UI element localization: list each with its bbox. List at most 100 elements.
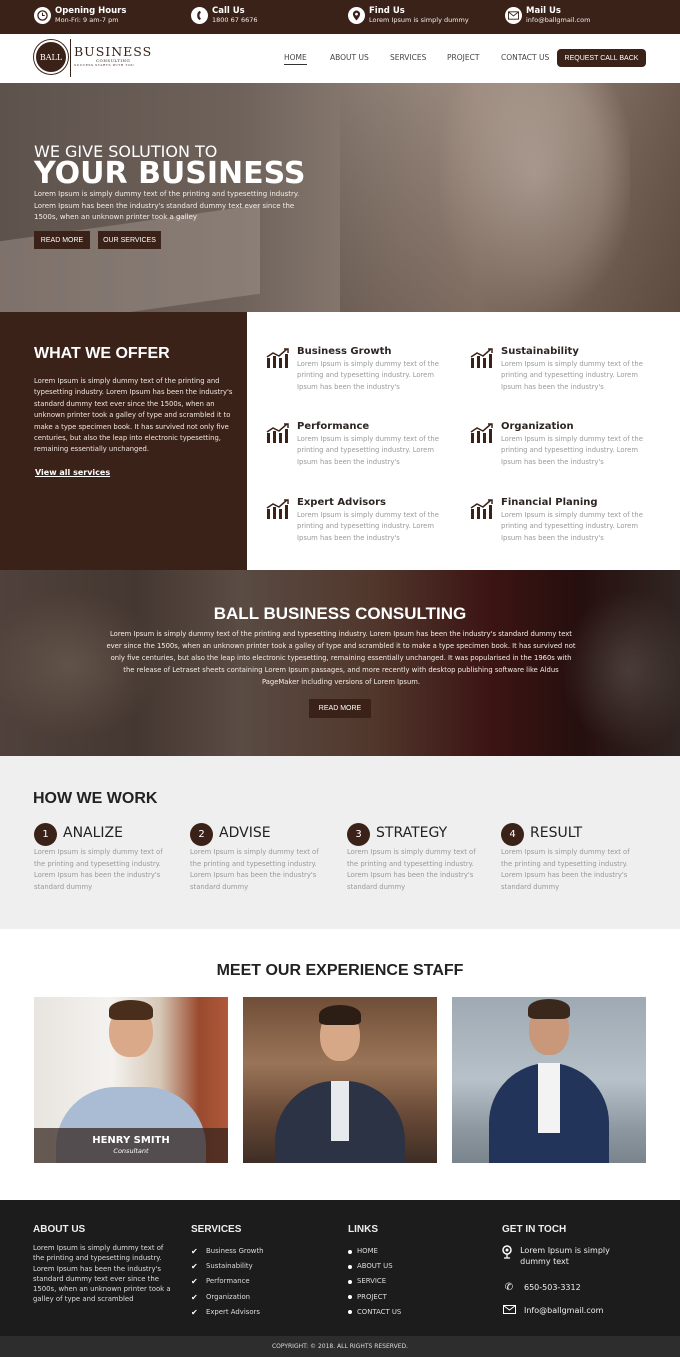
view-all-services-link[interactable]: View all services [35,468,110,477]
growth-chart-icon [470,423,494,447]
call-us: Call Us 1800 67 6676 [191,6,258,25]
service-title: Expert Advisors [297,497,386,508]
step-title: RESULT [530,825,583,841]
check-icon: ✔ [191,1277,198,1287]
footer-services-list: ✔ Business Growth ✔ Sustainability ✔ Perfor… [191,1244,264,1320]
footer-link-project[interactable]: PROJECT [348,1290,401,1305]
footer-address: Lorem Ipsum is simply dummy text [502,1245,622,1267]
footer-about-text: Lorem Ipsum is simply dummy text of the … [33,1244,171,1304]
service-text: Lorem Ipsum is simply dummy text of the … [501,435,643,466]
footer-contact-title: GET IN TOCH [502,1224,567,1235]
logo-circle: BALL [34,40,68,74]
footer-service-item[interactable]: ✔ Business Growth [191,1244,264,1259]
service-text: Lorem Ipsum is simply dummy text of the … [297,511,439,542]
nav-project[interactable]: PROJECT [447,53,479,62]
read-more-button[interactable]: READ MORE [34,231,90,249]
band-title: BALL BUSINESS CONSULTING [213,604,467,623]
step-text: Lorem Ipsum is simply dummy text of the … [34,848,163,891]
nav-home[interactable]: HOME [284,53,307,65]
location-pin-icon [502,1245,512,1262]
mail-us: Mail Us info@ballgmail.com [505,6,590,25]
logo-divider [70,39,71,77]
step-number: 1 [34,823,57,846]
footer-services-title: SERVICES [191,1224,242,1235]
hero-bg-shade [340,83,680,312]
staff-caption: HENRY SMITH Consultant [34,1128,228,1163]
service-text: Lorem Ipsum is simply dummy text of the … [297,360,439,391]
check-icon: ✔ [191,1307,198,1317]
nav-contact-us[interactable]: CONTACT US [501,53,549,62]
footer-about-title: ABOUT US [33,1224,86,1235]
find-us: Find Us Lorem Ipsum is simply dummy [348,6,469,25]
step-title: ANALIZE [63,825,123,841]
staff-card[interactable]: HENRY SMITH Consultant [34,997,228,1163]
step-text: Lorem Ipsum is simply dummy text of the … [190,848,319,891]
staff-role: Consultant [113,1147,149,1155]
step-text: Lorem Ipsum is simply dummy text of the … [347,848,476,891]
band-text: Lorem Ipsum is simply dummy text of the … [106,630,576,686]
phone-icon: ✆ [504,1282,514,1293]
staff-name: HENRY SMITH [92,1135,170,1146]
bullet-icon [348,1280,352,1284]
hero-text: Lorem Ipsum is simply dummy text of the … [34,190,300,221]
service-title: Business Growth [297,346,392,357]
nav-services[interactable]: SERVICES [390,53,426,62]
step-number: 3 [347,823,370,846]
step-number: 4 [501,823,524,846]
service-text: Lorem Ipsum is simply dummy text of the … [297,435,439,466]
map-pin-icon [348,7,365,24]
step-number: 2 [190,823,213,846]
service-title: Performance [297,421,370,432]
growth-chart-icon [470,348,494,372]
about-band: BALL BUSINESS CONSULTING Lorem Ipsum is … [0,570,680,756]
footer: ABOUT US Lorem Ipsum is simply dummy tex… [0,1200,680,1336]
staff-title: MEET OUR EXPERIENCE STAFF [216,962,464,979]
logo-tagline: SUCCESS STARTS WITH YOU [74,63,135,67]
band-read-more-button[interactable]: READ MORE [309,699,371,718]
our-services-button[interactable]: OUR SERVICES [98,231,161,249]
growth-chart-icon [266,499,290,523]
footer-service-item[interactable]: ✔ Sustainability [191,1259,264,1274]
footer-email[interactable]: Info@ballgmail.com [502,1305,603,1317]
service-text: Lorem Ipsum is simply dummy text of the … [501,360,643,391]
staff-card[interactable] [452,997,646,1163]
copyright: COPYRIGHT: © 2018. ALL RIGHTS RESERVED. [0,1336,680,1357]
mail-icon [502,1305,516,1317]
hero-banner: WE GIVE SOLUTION TO YOUR BUSINESS Lorem … [0,83,680,312]
how-title: HOW WE WORK [33,790,158,807]
clock-icon [34,7,51,24]
logo-main-text: BUSINESS [74,44,153,59]
footer-service-item[interactable]: ✔ Expert Advisors [191,1305,264,1320]
service-title: Sustainability [501,346,579,357]
request-call-back-button[interactable]: REQUEST CALL BACK [557,49,646,67]
footer-links-list: HOME ABOUT US SERVICE PROJECT CONTACT US [348,1244,401,1320]
step-text: Lorem Ipsum is simply dummy text of the … [501,848,630,891]
footer-link-contact-us[interactable]: CONTACT US [348,1305,401,1320]
phone-icon [191,7,208,24]
services-grid: Business Growth Lorem Ipsum is simply du… [247,312,680,570]
site-header: BALL BUSINESS CONSULTING SUCCESS STARTS … [0,34,680,83]
hero-title: YOUR BUSINESS [34,156,306,191]
check-icon: ✔ [191,1262,198,1272]
footer-service-item[interactable]: ✔ Organization [191,1290,264,1305]
service-title: Organization [501,421,574,432]
footer-link-service[interactable]: SERVICE [348,1274,401,1289]
nav-about-us[interactable]: ABOUT US [330,53,369,62]
check-icon: ✔ [191,1247,198,1256]
step-title: ADVISE [219,825,271,841]
top-info-bar: Opening Hours Mon-Fri: 9 am-7 pm Call Us 1… [0,0,680,34]
staff-card[interactable] [243,997,437,1163]
growth-chart-icon [470,499,494,523]
service-title: Financial Planing [501,497,598,508]
service-text: Lorem Ipsum is simply dummy text of the … [501,511,643,542]
footer-phone[interactable]: ✆ 650-503-3312 [502,1282,581,1293]
offer-title: WHAT WE OFFER [34,345,170,362]
step-title: STRATEGY [376,825,448,841]
opening-hours: Opening Hours Mon-Fri: 9 am-7 pm [34,6,126,25]
footer-link-home[interactable]: HOME [348,1244,401,1259]
footer-service-item[interactable]: ✔ Performance [191,1274,264,1289]
what-we-offer-panel: WHAT WE OFFER Lorem Ipsum is simply dumm… [0,312,247,570]
footer-link-about-us[interactable]: ABOUT US [348,1259,401,1274]
offer-text: Lorem Ipsum is simply dummy text of the … [34,377,233,454]
check-icon: ✔ [191,1292,198,1302]
